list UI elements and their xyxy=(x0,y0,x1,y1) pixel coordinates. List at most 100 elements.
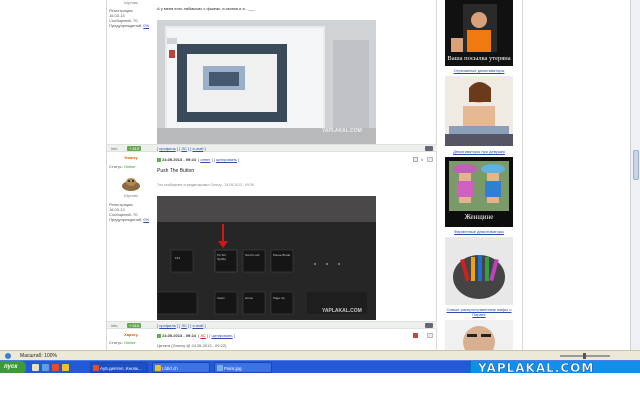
post2-up-arrow-icon[interactable] xyxy=(425,323,433,328)
ql-opera-icon[interactable] xyxy=(52,364,59,371)
post1-image-watermark: YAPLAKAL.COM xyxy=(322,128,362,134)
banner-3[interactable]: Женщине xyxy=(445,157,513,227)
post2-userinfo: Gomzy Статус: Online xyxy=(109,155,153,169)
ql-desktop-icon[interactable] xyxy=(32,364,39,371)
screen: Шутник Регистрация: 16.03.13 Сообщений: … xyxy=(0,0,640,400)
post2-post-icon xyxy=(157,157,161,162)
post2-userinfo-details: Шутник Регистрация: 16.03.13 Сообщений: … xyxy=(109,193,153,222)
post2-warnings-value[interactable]: 0% xyxy=(143,217,149,222)
task-paint-label: Paint.jpg xyxy=(224,366,242,371)
post1-warnings-value[interactable]: 0% xyxy=(143,23,149,28)
post1-footer-links: [ профиль ] [ ЛС ] [ e-mail ] xyxy=(157,146,206,151)
post2-quote-link[interactable]: цитировать xyxy=(216,157,237,162)
vertical-scrollbar[interactable] xyxy=(630,0,640,350)
post2-rating-badge[interactable]: + 610 xyxy=(127,323,142,328)
post3-pm-link[interactable]: ЛС xyxy=(200,333,206,338)
banner-3-overlay: Женщине xyxy=(464,213,494,221)
left-gutter xyxy=(0,0,106,350)
banner-4-image xyxy=(445,237,513,305)
post2-status-label: Статус: xyxy=(109,164,123,169)
post1-rank: Шутник xyxy=(124,0,138,5)
post1-warnings-label: Предупреждений: xyxy=(109,23,143,28)
task-paint[interactable]: Paint.jpg xyxy=(214,362,272,373)
post3-status-label: Статус: xyxy=(109,340,123,345)
ql-ie-icon[interactable] xyxy=(42,364,49,371)
post2-username[interactable]: Gomzy xyxy=(109,155,153,160)
key-pause-label: Pause Break xyxy=(273,253,291,257)
key-f12-label: F12 xyxy=(175,256,181,260)
post2-footer-links: [ профиль ] [ ЛС ] [ e-mail ] xyxy=(157,323,206,328)
post1-profile-link[interactable]: профиль xyxy=(159,146,176,151)
banner-4[interactable] xyxy=(445,237,513,305)
task-browser[interactable]: Ау5.деятел..Кнопк... xyxy=(90,362,148,373)
post1-userinfo: Шутник Регистрация: 16.03.13 Сообщений: … xyxy=(109,0,153,28)
post2-post-number: # xyxy=(421,157,424,162)
banner-1[interactable]: Ваша посылка утеряна xyxy=(445,0,513,66)
zoom-level[interactable]: Масштаб: 100% xyxy=(20,353,57,359)
post1-text: А у меня есть либмыхис с фокеак, и иконк… xyxy=(157,6,255,11)
key-insert-label: Insert xyxy=(217,296,225,300)
quick-launch xyxy=(32,364,82,372)
post3-status-value: Online xyxy=(123,340,136,345)
post2-report-icon[interactable] xyxy=(427,157,433,162)
banner-5-image xyxy=(445,320,513,350)
task-browser-icon xyxy=(93,365,99,371)
banner-2-caption[interactable]: Демотиваторы про девушек xyxy=(441,149,517,154)
post2-image-watermark: YAPLAKAL.COM xyxy=(322,308,362,314)
post2-header: 24.05.2013 - 09:24 [ ответ ] [ цитироват… xyxy=(157,157,239,162)
post1-up-arrow-icon[interactable] xyxy=(425,146,433,151)
post1-email-link[interactable]: e-mail xyxy=(192,146,203,151)
post3-username[interactable]: Харьту xyxy=(109,332,153,337)
key-scrolllock-label: Scroll Lock xyxy=(245,253,260,257)
key-home-label: Home xyxy=(245,296,254,300)
browser-status-bar: Масштаб: 100% xyxy=(0,350,640,360)
post2-profile-link[interactable]: профиль xyxy=(159,323,176,328)
post2-date: 24.05.2013 - 09:24 xyxy=(162,157,196,162)
post1-image[interactable]: YAPLAKAL.COM xyxy=(157,20,376,144)
post3-quote-line: Цитата (Gomzy @ 24.05.2013 - 09:22) xyxy=(157,343,226,348)
zoom-slider-knob[interactable] xyxy=(583,353,586,359)
key-pageup-label: Page Up xyxy=(273,296,285,300)
post2-select-checkbox[interactable] xyxy=(413,157,418,162)
post3-quote-link[interactable]: цитировать xyxy=(211,333,232,338)
post3-date: 24.05.2013 - 09:24 xyxy=(162,333,196,338)
post1-pm-link[interactable]: ЛС xyxy=(181,146,187,151)
banner-3-caption[interactable]: Фирменные демотиваторы xyxy=(441,229,517,234)
post2-image[interactable]: F12 Prt Scr SysRq Scroll Lock Pause Brea… xyxy=(157,196,376,320)
post2-avatar[interactable] xyxy=(121,176,141,192)
post2-status-value: Online xyxy=(123,164,136,169)
post3-flag-icon[interactable] xyxy=(413,333,418,338)
post3-header: 24.05.2013 - 09:24 [ ЛС ] [ цитировать ] xyxy=(157,333,235,338)
task-folder-label: Lfdkf.ch xyxy=(162,366,178,371)
task-paint-icon xyxy=(217,365,223,371)
post3-post-icon xyxy=(157,333,161,338)
banner-4-caption[interactable]: Самые распространенные мифы о Пирате xyxy=(441,307,517,317)
vertical-scrollbar-thumb[interactable] xyxy=(633,150,639,180)
key-prtscr-label: Prt Scr SysRq xyxy=(217,253,227,261)
post2-rank: Шутник xyxy=(124,193,138,198)
post1-info-label: info xyxy=(111,146,118,151)
task-browser-label: Ау5.деятел..Кнопк... xyxy=(100,366,142,371)
post2-footer-bar: info + 610 [ профиль ] [ ЛС ] [ e-mail ] xyxy=(107,321,438,329)
task-folder[interactable]: Lfdkf.ch xyxy=(152,362,210,373)
post2-email-link[interactable]: e-mail xyxy=(192,323,203,328)
post3-report-icon[interactable] xyxy=(427,333,433,338)
internet-globe-icon xyxy=(5,353,11,359)
start-button-label: пуск xyxy=(4,364,18,370)
ql-folder-icon[interactable] xyxy=(62,364,69,371)
banner-2[interactable] xyxy=(445,76,513,146)
post2-text: Push The Button xyxy=(157,168,195,174)
browser-viewport: Шутник Регистрация: 16.03.13 Сообщений: … xyxy=(0,0,630,350)
post1-rating-badge[interactable]: + 610 xyxy=(127,146,142,151)
post3-quote-text: Цитата (Gomzy @ 24.05.2013 - 09:22) xyxy=(157,343,227,348)
post1-footer-bar: info + 610 [ профиль ] [ ЛС ] [ e-mail ] xyxy=(107,144,438,152)
banner-5[interactable] xyxy=(445,320,513,350)
banner-1-caption[interactable]: Отрезанные демотиваторы xyxy=(441,68,517,73)
post2-pm-link[interactable]: ЛС xyxy=(181,323,187,328)
right-gutter xyxy=(523,0,630,350)
blank-area xyxy=(0,373,640,400)
forum-thread: Шутник Регистрация: 16.03.13 Сообщений: … xyxy=(106,0,438,350)
banner-2-image xyxy=(445,76,513,146)
post2-reply-link[interactable]: ответ xyxy=(200,157,210,162)
right-sidebar: Ваша посылка утеряна Отрезанные демотива… xyxy=(437,0,523,350)
